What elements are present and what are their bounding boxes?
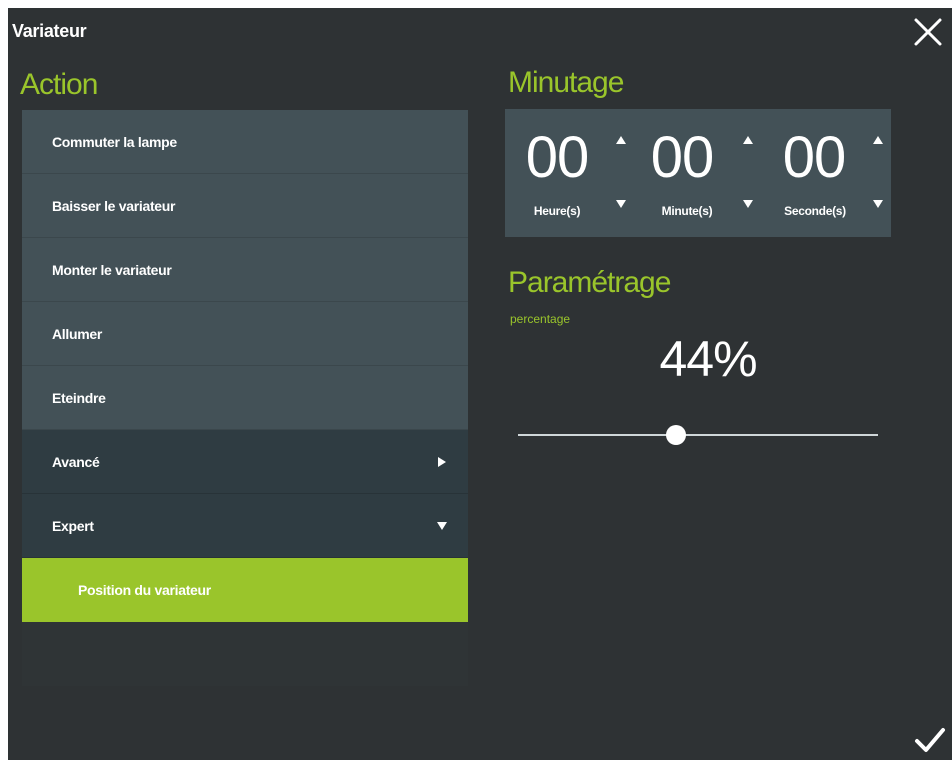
menu-item-label: Allumer [52,325,103,342]
parametrage-sublabel: percentage [510,312,571,326]
menu-item-label: Baisser le variateur [52,197,176,214]
minutes-down-icon[interactable] [742,199,754,209]
menu-item-label: Eteindre [52,389,106,406]
action-list: Commuter la lampe Baisser le variateur M… [22,110,468,686]
menu-item-avance[interactable]: Avancé [22,430,468,494]
timer-panel: 00 Heure(s) 00 Minute(s) 00 Seconde(s) [505,109,891,237]
menu-item-allumer[interactable]: Allumer [22,302,468,366]
slider-thumb[interactable] [666,425,687,445]
seconds-up-icon[interactable] [872,135,884,145]
minutes-value[interactable]: 00 [642,123,722,193]
minutes-label: Minute(s) [661,204,713,218]
menu-item-label: Avancé [52,453,100,470]
hours-value[interactable]: 00 [517,123,597,193]
menu-item-eteindre[interactable]: Eteindre [22,366,468,430]
percentage-slider[interactable] [518,425,878,445]
seconds-down-icon[interactable] [872,199,884,209]
hours-down-icon[interactable] [615,199,627,209]
dialog-title: Variateur [12,21,87,41]
parametrage-heading: Paramétrage [508,266,671,299]
menu-item-label: Position du variateur [78,582,211,598]
check-icon[interactable] [914,726,946,754]
menu-item-expert[interactable]: Expert [22,494,468,558]
menu-item-commuter[interactable]: Commuter la lampe [22,110,468,174]
menu-item-monter[interactable]: Monter le variateur [22,238,468,302]
dialog: Variateur Action Commuter la lampe Baiss… [8,8,952,760]
hours-up-icon[interactable] [615,135,627,145]
seconds-label: Seconde(s) [784,204,846,218]
menu-item-label: Monter le variateur [52,261,172,278]
menu-item-label: Commuter la lampe [52,133,177,150]
percentage-value: 44% [659,331,757,387]
close-icon[interactable] [912,16,944,48]
menu-item-position-variateur[interactable]: Position du variateur [22,558,468,622]
triangle-right-icon [438,457,446,467]
minutage-heading: Minutage [508,66,624,99]
action-heading: Action [20,68,98,101]
menu-item-label: Expert [52,517,94,534]
menu-item-baisser[interactable]: Baisser le variateur [22,174,468,238]
hours-label: Heure(s) [533,204,581,218]
minutes-up-icon[interactable] [742,135,754,145]
seconds-value[interactable]: 00 [774,123,854,193]
triangle-down-icon [437,522,447,530]
